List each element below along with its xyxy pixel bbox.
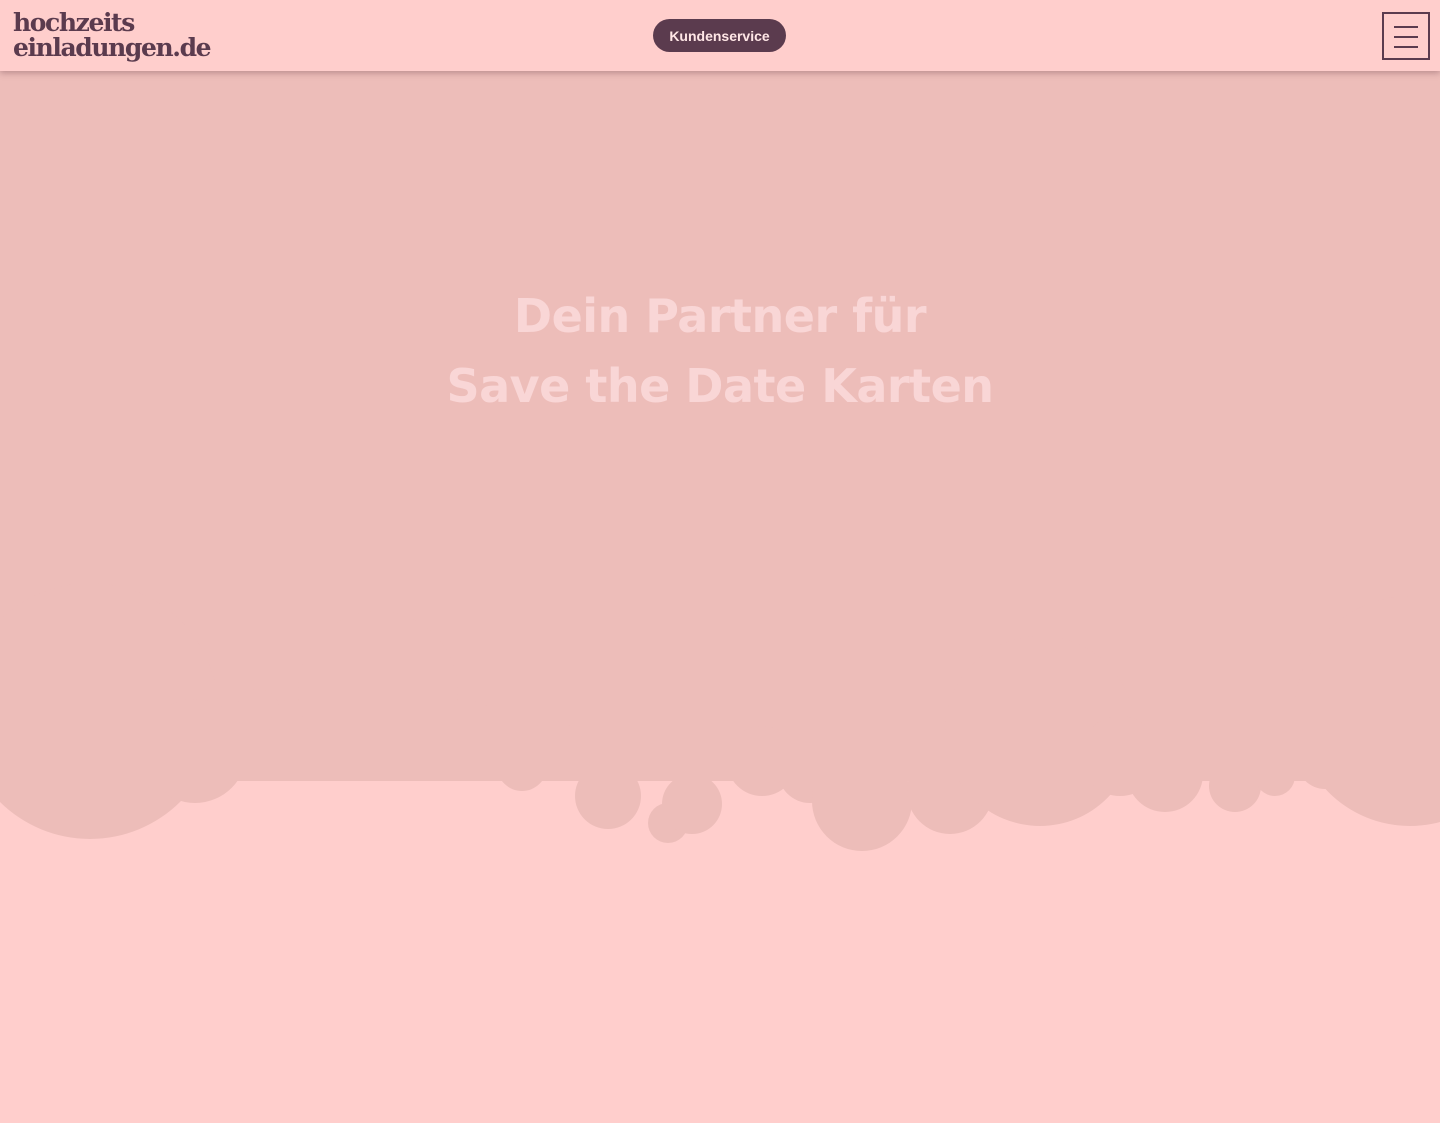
page: hochzeits einladungen.de Kundenservice D… <box>0 0 1440 1123</box>
site-header: hochzeits einladungen.de Kundenservice <box>0 0 1440 71</box>
cloud-background <box>0 71 1440 851</box>
customer-service-button[interactable]: Kundenservice <box>653 19 786 52</box>
hero-section: Dein Partner für Save the Date Karten <box>0 71 1440 1123</box>
logo-line-1: hochzeits <box>13 8 135 37</box>
hero-title-line-2: Save the Date Karten <box>446 359 994 413</box>
logo-line-2: einladungen.de <box>13 33 212 62</box>
site-logo[interactable]: hochzeits einladungen.de <box>13 8 212 62</box>
hero-title: Dein Partner für Save the Date Karten <box>0 281 1440 421</box>
menu-button[interactable] <box>1382 12 1430 60</box>
hero-title-line-1: Dein Partner für <box>513 289 927 343</box>
